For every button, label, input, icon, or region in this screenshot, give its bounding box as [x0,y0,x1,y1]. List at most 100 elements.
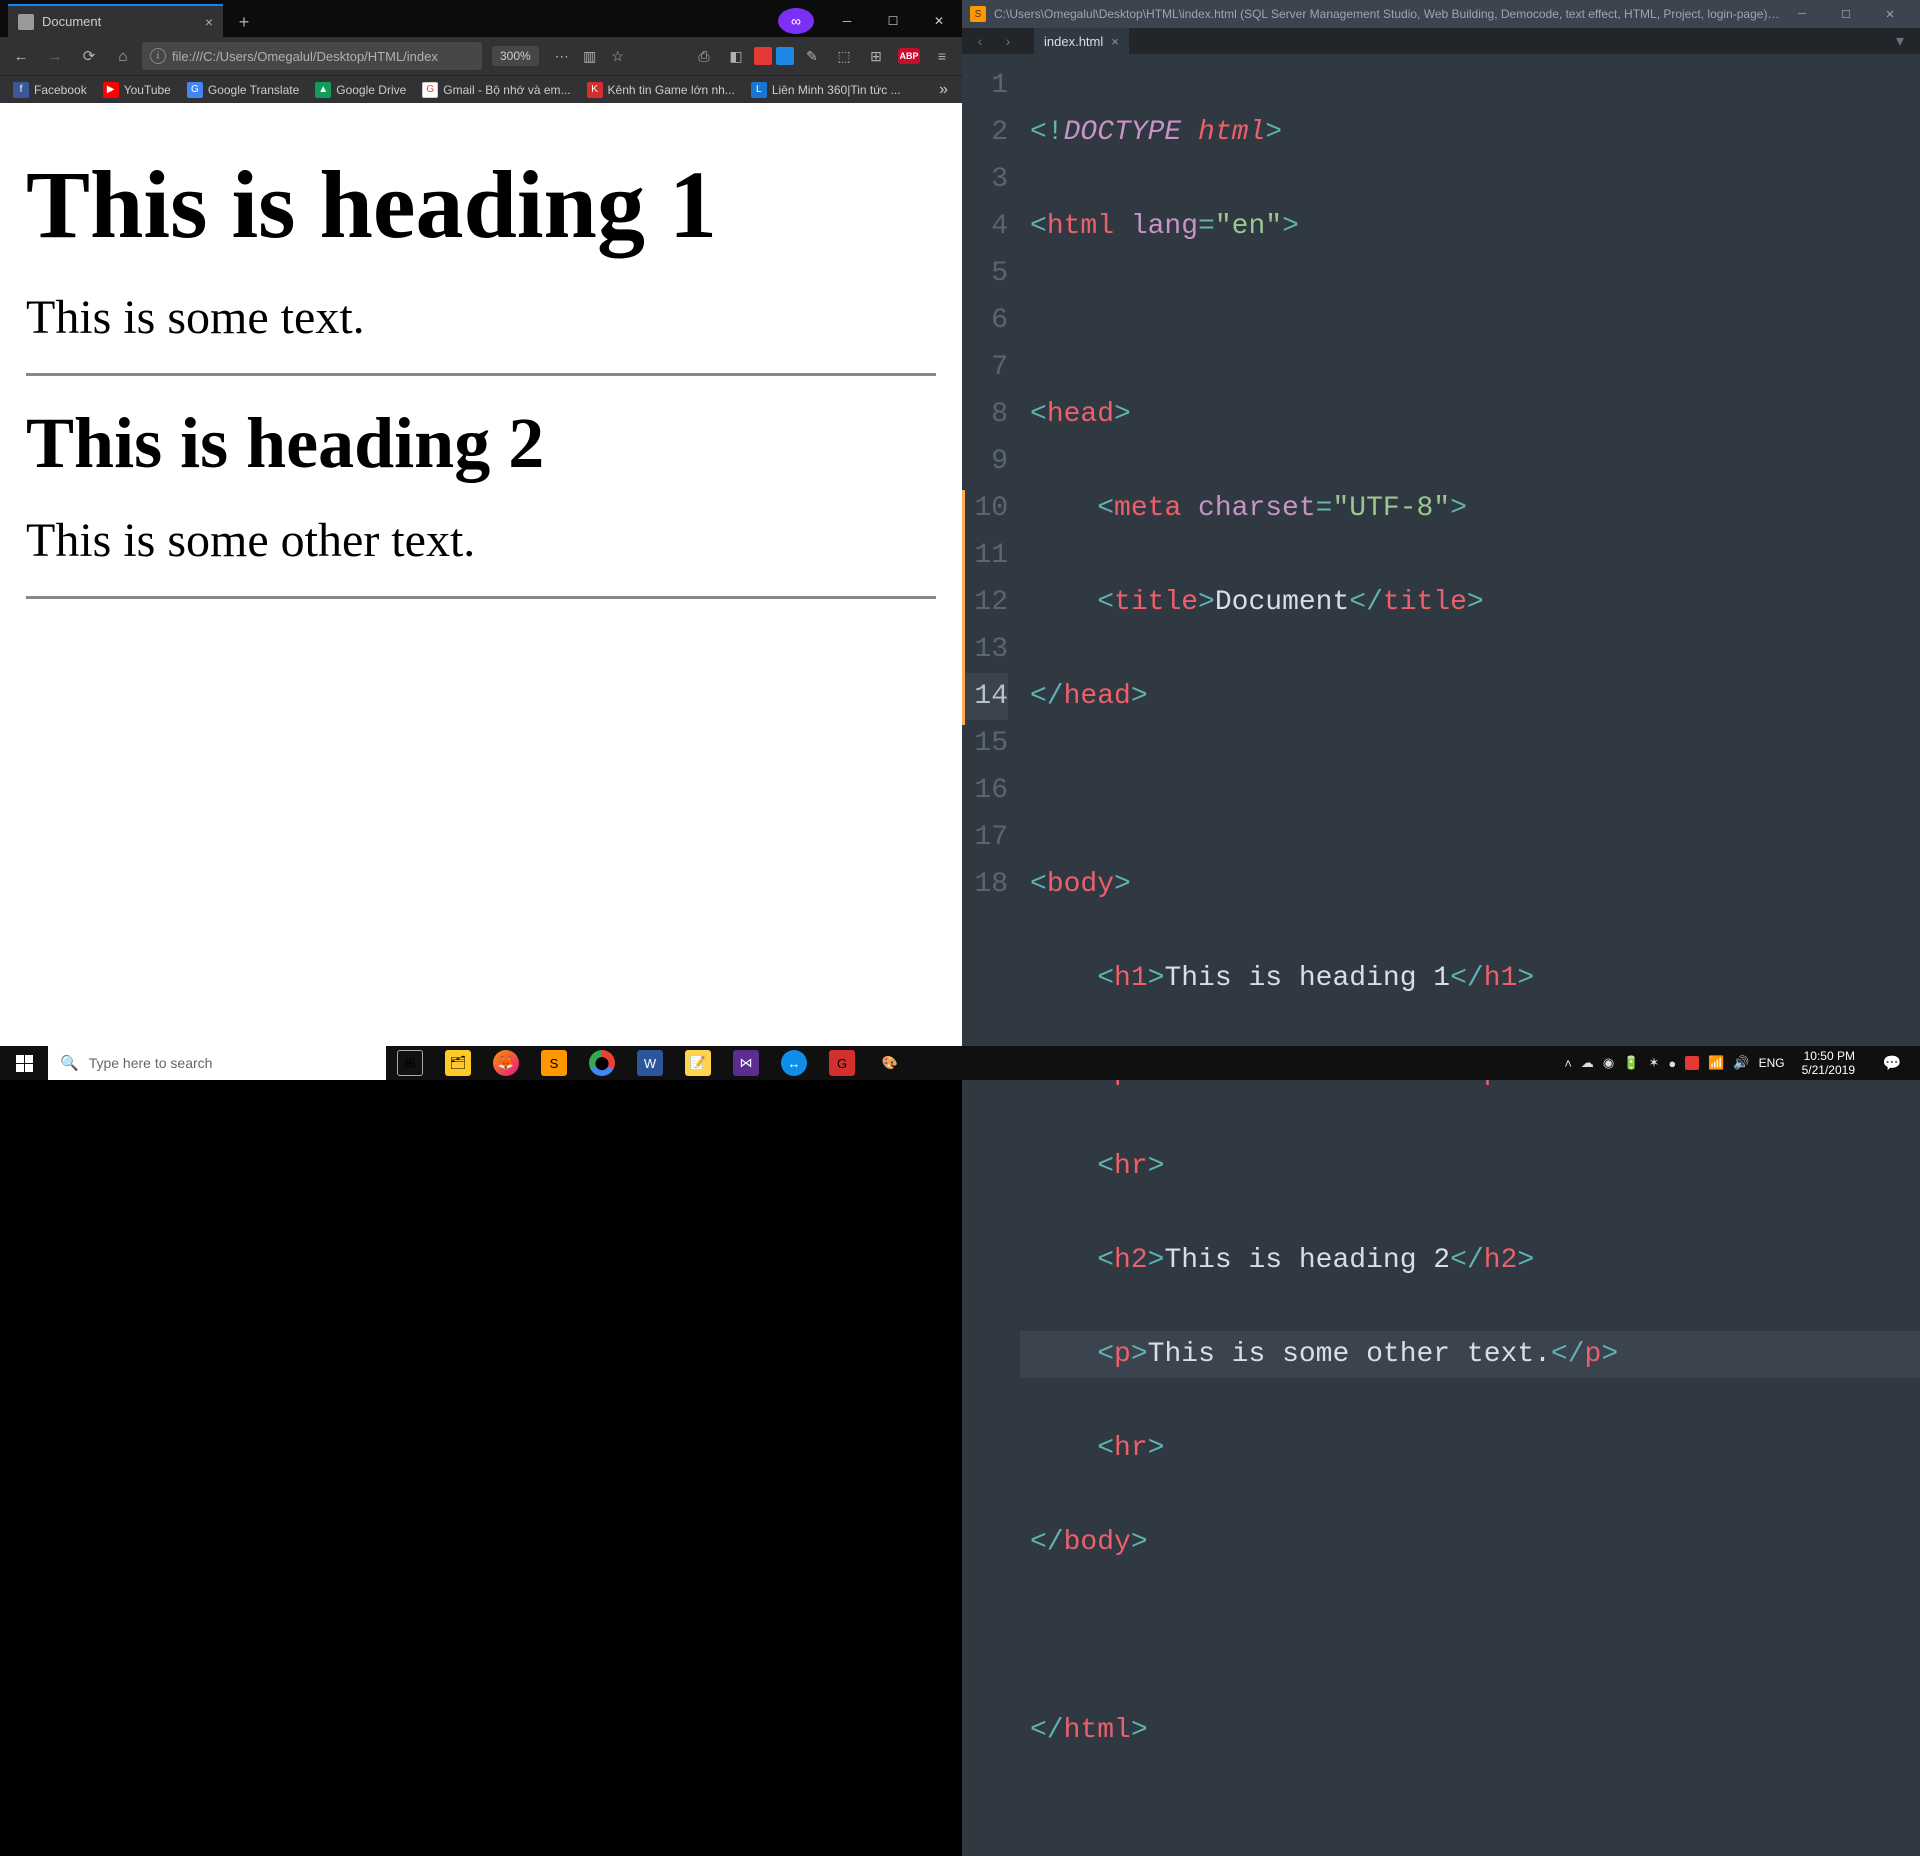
tab-strip: Document × + ∞ ─ ☐ ✕ [0,0,962,37]
editor-maximize-button[interactable]: ☐ [1824,0,1868,28]
code-line: <meta charset="UTF-8"> [1030,485,1920,532]
bookmark-translate[interactable]: GGoogle Translate [180,78,306,102]
forward-button[interactable]: → [40,41,70,71]
adblock-icon[interactable]: ABP [898,48,920,64]
task-chrome[interactable]: ⬤ [578,1046,626,1080]
code-line [1030,297,1920,344]
task-vs[interactable]: ⋈ [722,1046,770,1080]
sublime-icon: S [970,6,986,22]
task-garena[interactable]: G [818,1046,866,1080]
translate-icon: G [187,82,203,98]
tray-app-4-icon[interactable] [1685,1056,1699,1070]
start-button[interactable] [0,1046,48,1080]
bookmark-drive[interactable]: ▲Google Drive [308,78,413,102]
tray-date: 5/21/2019 [1802,1063,1855,1077]
taskbar-search-input[interactable]: 🔍 Type here to search [48,1046,386,1080]
back-button[interactable]: ← [6,41,36,71]
info-icon[interactable]: i [150,48,166,64]
tab-close-icon[interactable]: × [205,14,213,30]
code-line: <html lang="en"> [1030,203,1920,250]
close-button[interactable]: ✕ [916,4,962,37]
bookmark-game[interactable]: KKênh tin Game lớn nh... [580,78,742,102]
favicon-icon [18,14,34,30]
browser-tab-active[interactable]: Document × [8,4,223,37]
code-line: <hr> [1030,1425,1920,1472]
taskbar-apps: ⊞ 🗂 🦊 S ⬤ W 📝 ⋈ ↔ G 🎨 [386,1046,914,1080]
ext-icon-1[interactable] [754,47,772,65]
code-line [1030,1613,1920,1660]
bookmark-youtube[interactable]: ▶YouTube [96,78,178,102]
bookmarks-overflow-icon[interactable]: » [931,81,956,99]
page-hr-2 [26,596,936,599]
tray-wifi-icon[interactable]: 📶 [1708,1055,1724,1071]
tray-time: 10:50 PM [1802,1049,1855,1063]
gmail-icon: G [422,82,438,98]
editor-title-text: C:\Users\Omegalul\Desktop\HTML\index.htm… [994,7,1780,21]
tab-next-icon[interactable]: › [996,33,1020,49]
tray-lang[interactable]: ENG [1759,1056,1785,1070]
editor-close-button[interactable]: ✕ [1868,0,1912,28]
zoom-badge[interactable]: 300% [492,46,539,66]
reload-button[interactable]: ⟳ [74,41,104,71]
page-content: This is heading 1 This is some text. Thi… [0,103,962,1046]
editor-tab-index[interactable]: index.html × [1034,28,1129,54]
task-paint[interactable]: 🎨 [866,1046,914,1080]
code-area[interactable]: <!DOCTYPE html> <html lang="en"> <head> … [1020,54,1920,1856]
code-line: <!DOCTYPE html> [1030,109,1920,156]
library-icon[interactable]: ⎙ [690,42,718,70]
tab-prev-icon[interactable]: ‹ [968,33,992,49]
tray-app-2-icon[interactable]: ✶ [1648,1055,1659,1071]
ext-icon-2[interactable] [776,47,794,65]
page-heading-1: This is heading 1 [26,149,936,260]
bookmark-lm360[interactable]: LLiên Minh 360|Tin tức ... [744,78,908,102]
tray-onedrive-icon[interactable]: ☁ [1581,1055,1594,1071]
tray-volume-icon[interactable]: 🔊 [1733,1055,1749,1071]
ext-icon-5[interactable]: ⊞ [862,42,890,70]
bookmark-star-icon[interactable]: ☆ [605,43,631,69]
sidebar-icon[interactable]: ◧ [722,42,750,70]
tab-dropdown-icon[interactable]: ▾ [1886,31,1914,51]
sublime-window: S C:\Users\Omegalul\Desktop\HTML\index.h… [962,0,1920,1046]
new-tab-button[interactable]: + [229,7,259,37]
home-button[interactable]: ⌂ [108,41,138,71]
task-explorer[interactable]: 🗂 [434,1046,482,1080]
address-bar-row: ← → ⟳ ⌂ i file:///C:/Users/Omegalul/Desk… [0,37,962,75]
maximize-button[interactable]: ☐ [870,4,916,37]
game-icon: K [587,82,603,98]
code-line: </body> [1030,1519,1920,1566]
line-gutter: 1234 5678 9101112 13141516 1718 [962,54,1020,1856]
tray-clock[interactable]: 10:50 PM 5/21/2019 [1794,1049,1863,1077]
task-firefox[interactable]: 🦊 [482,1046,530,1080]
firefox-account-icon[interactable]: ∞ [778,8,814,34]
tray-app-3-icon[interactable]: ● [1668,1056,1676,1071]
system-tray: ˄ ☁ ◉ 🔋 ✶ ● 📶 🔊 ENG 10:50 PM 5/21/2019 💬 [1556,1046,1920,1080]
editor-tab-close-icon[interactable]: × [1111,34,1119,49]
bookmark-facebook[interactable]: fFacebook [6,78,94,102]
action-center-icon[interactable]: 💬 [1872,1046,1912,1080]
page-actions-icon[interactable]: ⋯ [549,43,575,69]
bookmarks-bar: fFacebook ▶YouTube GGoogle Translate ▲Go… [0,75,962,103]
task-sublime[interactable]: S [530,1046,578,1080]
reader-icon[interactable]: ▥ [577,43,603,69]
tab-title: Document [42,14,101,29]
tray-battery-icon[interactable]: 🔋 [1623,1055,1639,1071]
code-line: <title>Document</title> [1030,579,1920,626]
ext-icon-4[interactable]: ⬚ [830,42,858,70]
ext-icon-3[interactable]: ✎ [798,42,826,70]
minimize-button[interactable]: ─ [824,4,870,37]
drive-icon: ▲ [315,82,331,98]
task-teamviewer[interactable]: ↔ [770,1046,818,1080]
page-heading-2: This is heading 2 [26,402,936,485]
menu-icon[interactable]: ≡ [928,42,956,70]
bookmark-gmail[interactable]: GGmail - Bộ nhớ và em... [415,78,577,102]
editor-body[interactable]: 1234 5678 9101112 13141516 1718 <!DOCTYP… [962,54,1920,1856]
url-input[interactable]: i file:///C:/Users/Omegalul/Desktop/HTML… [142,42,482,70]
task-word[interactable]: W [626,1046,674,1080]
editor-minimize-button[interactable]: ─ [1780,0,1824,28]
tray-app-1-icon[interactable]: ◉ [1603,1055,1614,1071]
firefox-window: Document × + ∞ ─ ☐ ✕ ← → ⟳ ⌂ i file:///C… [0,0,962,1046]
tray-up-icon[interactable]: ˄ [1564,1056,1572,1071]
task-app-1[interactable]: 📝 [674,1046,722,1080]
code-line: <h2>This is heading 2</h2> [1030,1237,1920,1284]
task-view-button[interactable]: ⊞ [386,1046,434,1080]
